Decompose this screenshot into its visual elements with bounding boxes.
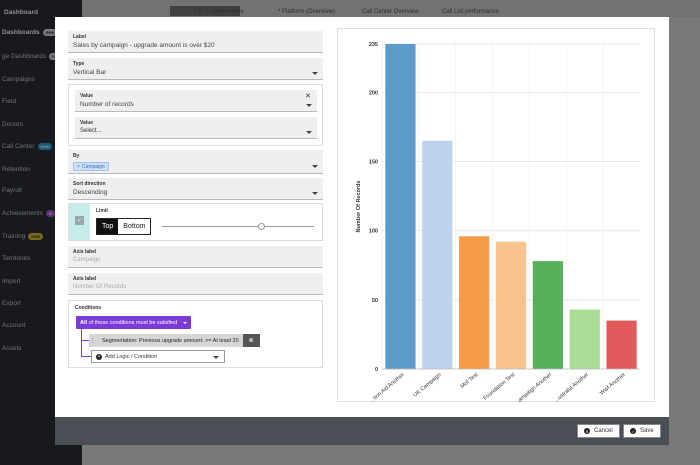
y-tick-label: 100 [369, 229, 378, 235]
add-logic-label: Add Logic / Condition [105, 353, 158, 360]
chevron-down-icon [183, 321, 188, 324]
chevron-down-icon [306, 104, 312, 107]
segmentation-text: Segmentation: Previous upgrade amount: >… [102, 337, 239, 344]
sort-value: Descending [73, 189, 108, 196]
bar-3 [459, 236, 490, 369]
x-tick-label: Wwf Another [599, 372, 627, 397]
limit-label: Limit [96, 208, 108, 214]
limit-row: ✓ Limit Top Bottom [68, 203, 323, 241]
chevron-down-icon [312, 165, 318, 168]
type-label: Type [73, 61, 85, 67]
axis-label-field-2[interactable]: Axis label Number Of Records [68, 273, 323, 295]
tree-connector [81, 340, 89, 341]
remove-condition-icon[interactable]: ⊗ [242, 334, 260, 347]
chip-label: Campaign [81, 163, 105, 170]
value-1-value: Number of records [80, 101, 134, 108]
axis-label-field-1[interactable]: Axis label Campaign [68, 246, 323, 268]
match-mode: All [80, 319, 88, 326]
axis-label-1-label: Axis label [73, 249, 97, 255]
conditions-group: Conditions All of these conditions must … [68, 300, 323, 368]
x-tick-label: Mof Test [460, 372, 480, 390]
value-1-label: Value [80, 93, 94, 99]
chip-remove-icon[interactable]: × [77, 164, 80, 170]
sort-label: Sort direction [73, 181, 106, 187]
x-tick-label: ...ustralia Another [553, 372, 590, 403]
plus-icon: + [96, 353, 102, 360]
modal-footer: ✕ Cancel ✓ Save [55, 417, 669, 445]
y-tick-label: 200 [369, 90, 378, 96]
save-button[interactable]: ✓ Save [623, 424, 661, 438]
type-select[interactable]: Type Vertical Bar [68, 58, 323, 80]
x-tick-label: Foundation Test [483, 372, 517, 402]
chart-editor-modal: Label Sales by campaign - upgrade amount… [55, 17, 669, 445]
chevron-down-icon [306, 131, 312, 134]
sort-direction-select[interactable]: Sort direction Descending [68, 178, 323, 200]
cancel-button[interactable]: ✕ Cancel [577, 424, 620, 438]
axis-label-2-label: Axis label [73, 276, 97, 282]
tree-connector [81, 356, 91, 357]
conditions-label: Conditions [75, 305, 102, 311]
axis-label-2-placeholder[interactable]: Number Of Records [73, 284, 126, 290]
conditions-match-dropdown[interactable]: All of these conditions must be satisfie… [76, 316, 192, 329]
chevron-down-icon [312, 72, 318, 75]
cancel-label: Cancel [594, 428, 613, 434]
value-2-label: Value [80, 120, 94, 126]
value-select-2[interactable]: Value Select... [75, 117, 317, 139]
bar-2 [422, 140, 453, 369]
save-label: Save [640, 428, 654, 434]
match-text: of these conditions must be satisfied [88, 319, 178, 326]
clear-icon[interactable]: ✕ [305, 92, 311, 100]
bar-7 [606, 320, 637, 369]
values-group: Value Number of records ✕ Value Select..… [68, 84, 323, 146]
label-input-value[interactable]: Sales by campaign - upgrade amount is ov… [73, 42, 215, 49]
chart-preview: 0 50 100 150 200 235 ...tion Aid Another UK Cam… [337, 28, 655, 403]
x-tick-label: ...ampaign Another [514, 372, 553, 403]
segmentation-condition[interactable]: ⋮ Segmentation: Previous upgrade amount:… [89, 334, 260, 347]
value-select-1[interactable]: Value Number of records ✕ [75, 90, 317, 112]
label-field[interactable]: Label Sales by campaign - upgrade amount… [68, 31, 323, 53]
add-logic-condition-select[interactable]: + Add Logic / Condition [91, 350, 225, 363]
chevron-down-icon [213, 356, 219, 359]
bar-6 [569, 309, 600, 369]
bottom-option[interactable]: Bottom [118, 219, 151, 234]
x-tick-label: UK Campaign [412, 372, 442, 399]
bar-1 [385, 44, 416, 369]
tree-connector [81, 329, 82, 357]
checkbox-icon[interactable]: ✓ [75, 216, 84, 225]
cancel-icon: ✕ [584, 428, 590, 434]
by-select[interactable]: By × Campaign [68, 150, 323, 174]
y-tick-label: 235 [369, 42, 378, 48]
value-2-placeholder: Select... [80, 128, 102, 134]
drag-handle-icon[interactable]: ⋮ [89, 338, 96, 344]
slider-handle[interactable] [257, 223, 265, 230]
by-label: By [73, 153, 80, 159]
y-tick-label: 150 [369, 160, 378, 166]
bar-4 [495, 241, 527, 369]
top-bottom-toggle: Top Bottom [96, 218, 152, 235]
bar-chart: 0 50 100 150 200 235 ...tion Aid Another UK Cam… [356, 42, 640, 403]
bar-5 [532, 261, 563, 369]
axis-label-1-placeholder[interactable]: Campaign [73, 257, 100, 263]
y-tick-label: 0 [375, 367, 378, 373]
limit-slider[interactable] [162, 223, 314, 230]
chevron-down-icon [312, 192, 318, 195]
y-tick-label: 50 [372, 298, 378, 304]
label-field-label: Label [73, 34, 87, 40]
campaign-chip[interactable]: × Campaign [73, 162, 109, 171]
x-tick-label: ...tion Aid Another [369, 372, 406, 403]
type-value: Vertical Bar [73, 69, 107, 76]
top-option[interactable]: Top [97, 219, 119, 234]
save-icon: ✓ [630, 428, 636, 434]
y-axis-label: Number Of Records [356, 181, 362, 233]
limit-checkbox-cell[interactable]: ✓ [69, 204, 90, 240]
